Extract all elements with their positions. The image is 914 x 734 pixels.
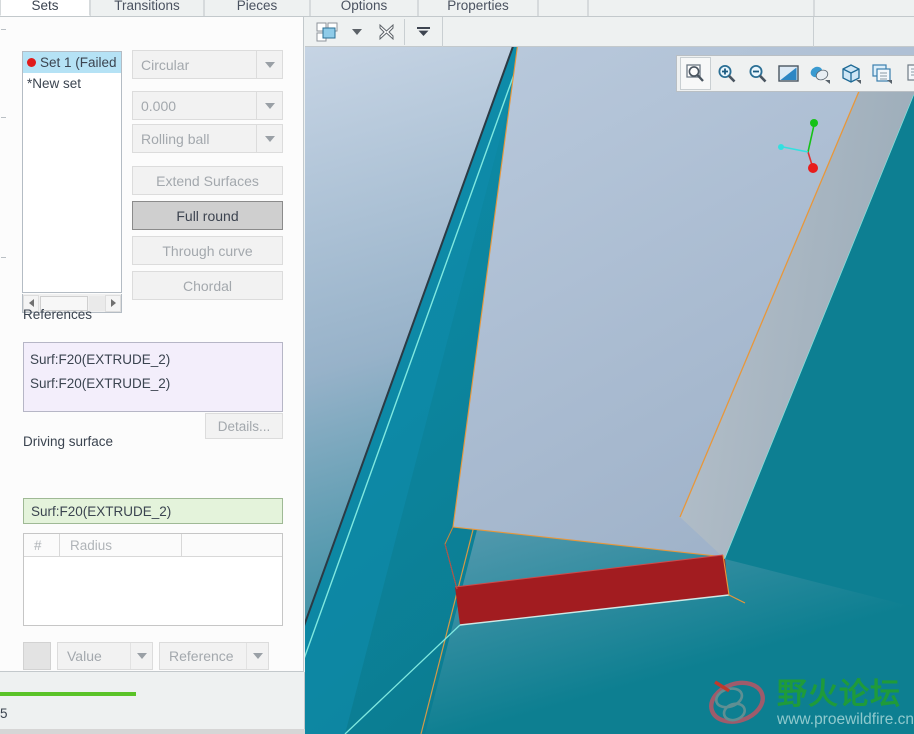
panel-edge-tick	[1, 257, 6, 258]
section-type-value: Circular	[141, 56, 190, 73]
reference-label: Reference	[169, 648, 234, 664]
chevron-down-icon[interactable]	[246, 643, 268, 669]
value-combo[interactable]: Value	[57, 642, 153, 670]
chevron-down-icon[interactable]	[256, 92, 282, 119]
model-viewport-3d[interactable]: 野火论坛 www.proewildfire.cn	[305, 47, 914, 734]
full-round-button[interactable]: Full round	[132, 201, 283, 230]
delete-set-button[interactable]	[369, 17, 404, 47]
scroll-right-button[interactable]	[105, 294, 121, 312]
tabstrip-gap-2	[588, 0, 814, 16]
list-item-new-set[interactable]: *New set	[23, 73, 121, 94]
sets-panel: Set 1 (Failed *New set Circular 0.000 Ro…	[0, 17, 304, 672]
radius-table-header: # Radius	[24, 534, 282, 557]
chevron-right-icon	[110, 299, 116, 307]
details-button[interactable]: Details...	[205, 413, 283, 439]
radius-edit-row: Value Reference	[23, 642, 269, 670]
chevron-down-icon[interactable]	[256, 125, 282, 152]
toolbar-empty-area	[443, 17, 813, 47]
status-count: 5	[0, 706, 8, 721]
tab-sets[interactable]: Sets	[0, 0, 90, 16]
viewport-toolbar	[676, 55, 914, 92]
set-mini-toolbar	[305, 16, 914, 47]
extend-surfaces-button[interactable]: Extend Surfaces	[132, 166, 283, 195]
radius-value-combo[interactable]: 0.000	[132, 91, 283, 120]
repaint-icon[interactable]	[773, 57, 804, 90]
references-label: References	[23, 307, 93, 322]
panel-edge-tick	[1, 117, 6, 118]
chevron-left-icon	[28, 299, 34, 307]
tab-options[interactable]: Options	[310, 0, 418, 16]
radius-table[interactable]: # Radius	[23, 533, 283, 626]
column-header-index: #	[24, 534, 60, 556]
x-cross-icon	[379, 23, 394, 40]
creation-method-value: Rolling ball	[141, 130, 210, 147]
radius-value: 0.000	[141, 97, 177, 114]
failed-status-icon	[27, 58, 36, 67]
references-listbox[interactable]: Surf:F20(EXTRUDE_2) Surf:F20(EXTRUDE_2)	[23, 342, 283, 412]
driving-surface-field[interactable]: Surf:F20(EXTRUDE_2)	[23, 498, 283, 524]
progress-bar	[0, 692, 136, 696]
layer-display-icon[interactable]	[866, 57, 897, 90]
toolbar-empty-area	[814, 17, 914, 47]
list-item-set-1[interactable]: Set 1 (Failed	[23, 52, 121, 73]
driving-surface-label: Driving surface	[23, 434, 114, 449]
radius-index-cell[interactable]	[23, 642, 51, 670]
dashboard-tabstrip: Sets Transitions Pieces Options Properti…	[0, 0, 914, 17]
overlap-squares-icon	[316, 22, 338, 41]
model-render	[305, 47, 914, 734]
reference-item[interactable]: Surf:F20(EXTRUDE_2)	[30, 372, 282, 396]
creo-round-dashboard: Sets Transitions Pieces Options Properti…	[0, 0, 914, 734]
set-display-dropdown[interactable]	[345, 17, 369, 47]
section-type-combo[interactable]: Circular	[132, 50, 283, 79]
status-bar-strip	[0, 729, 305, 734]
list-item-label: *New set	[27, 76, 82, 91]
tab-transitions[interactable]: Transitions	[90, 0, 204, 16]
zoom-fit-icon[interactable]	[680, 57, 711, 90]
status-area: 5	[0, 672, 305, 734]
reference-combo[interactable]: Reference	[159, 642, 269, 670]
through-curve-button[interactable]: Through curve	[132, 236, 283, 265]
zoom-out-icon[interactable]	[742, 57, 773, 90]
overflow-menu-button[interactable]	[405, 17, 442, 47]
column-header-extra	[182, 534, 282, 556]
tabstrip-gap-3	[814, 0, 914, 16]
reference-item[interactable]: Surf:F20(EXTRUDE_2)	[30, 348, 282, 372]
saved-orientations-icon[interactable]	[835, 57, 866, 90]
column-header-radius: Radius	[60, 534, 182, 556]
tab-properties[interactable]: Properties	[418, 0, 538, 16]
annotation-display-icon[interactable]	[897, 57, 914, 90]
zoom-in-icon[interactable]	[711, 57, 742, 90]
tabstrip-gap-1	[538, 0, 588, 16]
chordal-button[interactable]: Chordal	[132, 271, 283, 300]
creation-method-combo[interactable]: Rolling ball	[132, 124, 283, 153]
chevron-down-icon[interactable]	[256, 51, 282, 78]
panel-edge-tick	[1, 29, 6, 30]
set-display-button[interactable]	[305, 17, 345, 47]
display-style-icon[interactable]	[804, 57, 835, 90]
value-label: Value	[67, 648, 102, 664]
caret-down-filled-icon	[417, 27, 430, 36]
sets-list[interactable]: Set 1 (Failed *New set	[22, 51, 122, 293]
tab-pieces[interactable]: Pieces	[204, 0, 310, 16]
list-item-label: Set 1 (Failed	[40, 55, 117, 70]
chevron-down-icon[interactable]	[130, 643, 152, 669]
